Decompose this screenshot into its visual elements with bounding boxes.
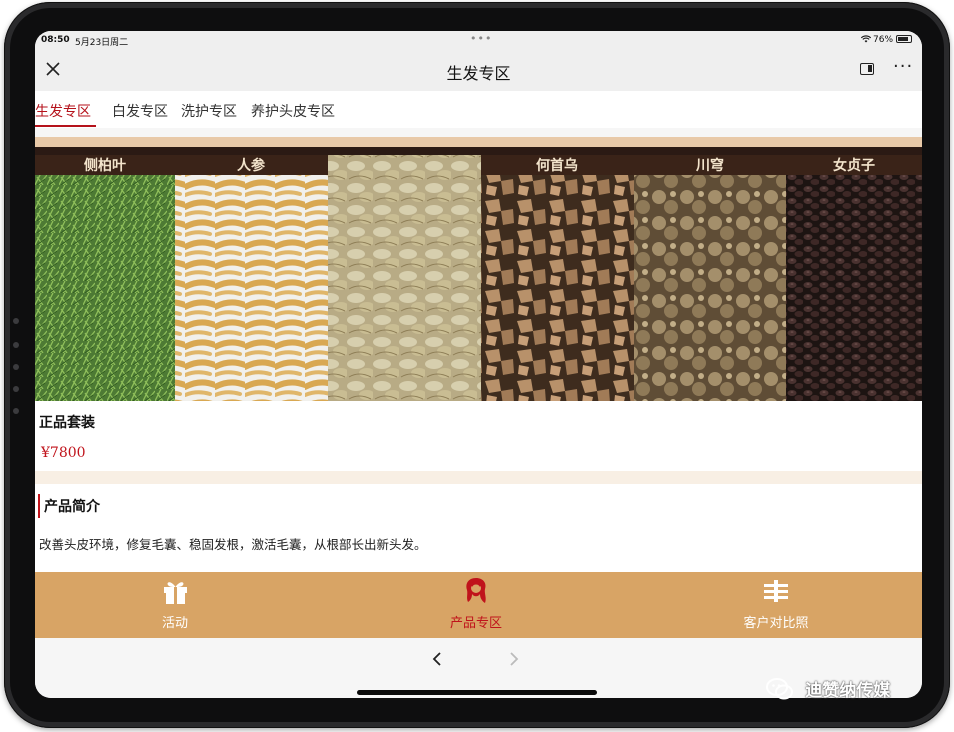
more-options-icon[interactable]: ··· (893, 56, 913, 77)
screen: 08:50 5月23日周二 ••• 76% 生发专区 ··· 生发专区 白发专区… (35, 31, 922, 698)
chevron-right-icon (510, 652, 519, 666)
battery-percent: 76% (873, 35, 894, 45)
watermark-text: 迪赞纳传媒 (805, 681, 891, 701)
back-button[interactable] (432, 651, 442, 672)
section-heading: 产品简介 (44, 499, 100, 515)
forward-button[interactable] (509, 651, 519, 672)
side-button (13, 408, 19, 414)
wifi-icon (860, 35, 872, 45)
herb-panel-nvzhenzi (786, 175, 922, 401)
side-button (13, 318, 19, 324)
sidebar-toggle-icon[interactable] (860, 63, 874, 75)
herb-label: 川穹 (695, 157, 724, 174)
multitask-dots-icon[interactable]: ••• (470, 32, 492, 45)
herb-panel-cebaiye (35, 175, 175, 401)
tab-scalp-care[interactable]: 养护头皮专区 (251, 101, 335, 121)
section-divider (35, 471, 922, 484)
tabbar-item-products[interactable]: 产品专区 (396, 572, 556, 638)
battery-icon (896, 35, 912, 43)
side-button (13, 386, 19, 392)
product-description: 改善头皮环境，修复毛囊、稳固发根，激活毛囊，从根部长出新头发。 (39, 537, 427, 552)
product-intro-section: 产品简介 改善头皮环境，修复毛囊、稳固发根，激活毛囊，从根部长出新头发。 (35, 484, 922, 572)
bottom-tab-bar: 活动 产品专区 客户对比照 (35, 572, 922, 638)
tabbar-label: 活动 (161, 616, 188, 631)
product-price: ¥7800 (41, 445, 86, 461)
wechat-icon (766, 677, 793, 699)
title-bar: 生发专区 ··· (35, 49, 922, 91)
herb-panel-renshen (175, 175, 328, 401)
hair-icon (466, 578, 486, 603)
tab-white-hair[interactable]: 白发专区 (112, 101, 168, 121)
status-bar: 08:50 5月23日周二 ••• 76% (35, 31, 922, 49)
side-button (13, 342, 19, 348)
watermark: 迪赞纳传媒 (766, 676, 890, 706)
product-card[interactable]: 正品套装 ¥7800 (35, 401, 922, 471)
herb-label: 侧柏叶 (84, 157, 126, 174)
tabbar-item-activity[interactable]: 活动 (95, 572, 255, 638)
chevron-left-icon (432, 652, 441, 666)
active-tab-indicator (35, 125, 96, 127)
tab-wash-care[interactable]: 洗护专区 (181, 101, 237, 121)
gift-icon (164, 582, 187, 604)
status-time: 08:50 (41, 35, 70, 45)
tabbar-item-comparison[interactable]: 客户对比照 (696, 572, 856, 638)
tabbar-label: 产品专区 (449, 616, 502, 631)
compare-icon (764, 580, 788, 602)
herb-banner-image[interactable]: 侧柏叶 人参 何首乌 川穹 女贞子 (35, 137, 922, 401)
home-indicator[interactable] (357, 690, 597, 695)
product-name: 正品套装 (39, 415, 95, 431)
herb-label: 人参 (237, 157, 266, 174)
camera-dot (13, 364, 19, 370)
category-tabs: 生发专区 白发专区 洗护专区 养护头皮专区 (35, 91, 922, 128)
herb-label: 何首乌 (536, 157, 578, 174)
tab-hair-growth[interactable]: 生发专区 (35, 101, 91, 121)
herb-panel-heshouwu (481, 175, 634, 401)
banner-top-edge (35, 137, 922, 147)
tabbar-label: 客户对比照 (743, 616, 809, 631)
herb-panel-chuanxiong (634, 175, 786, 401)
herb-label: 女贞子 (833, 157, 875, 174)
section-accent-bar (38, 494, 40, 518)
herb-panel-slices (328, 155, 481, 401)
page-title: 生发专区 (446, 64, 511, 83)
status-date: 5月23日周二 (75, 38, 129, 48)
